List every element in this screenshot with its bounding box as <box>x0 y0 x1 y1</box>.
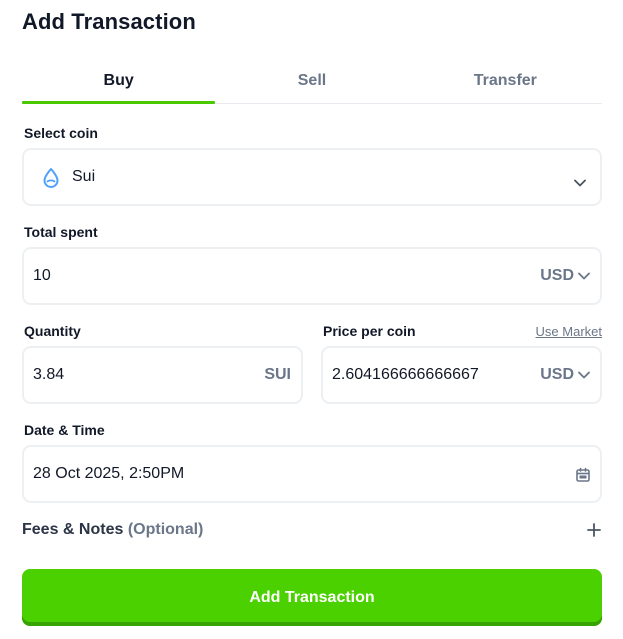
select-coin-label: Select coin <box>24 125 98 141</box>
transaction-type-tabs: Buy Sell Transfer <box>22 60 602 104</box>
chevron-down-icon <box>578 348 590 402</box>
price-per-coin-label: Price per coin <box>323 323 416 339</box>
quantity-input[interactable]: 3.84 <box>33 348 64 402</box>
total-spent-currency-select[interactable]: USD <box>540 249 590 303</box>
date-time-label: Date & Time <box>24 422 105 438</box>
calendar-icon[interactable] <box>575 467 591 483</box>
quantity-label: Quantity <box>24 323 81 339</box>
total-spent-input[interactable]: 10 <box>33 249 51 303</box>
date-time-field[interactable]: 28 Oct 2025, 2:50PM <box>22 445 602 503</box>
plus-icon[interactable] <box>586 522 602 538</box>
price-per-coin-field[interactable]: 2.604166666666667 USD <box>321 346 602 404</box>
fees-notes-label: Fees & Notes <box>22 521 124 538</box>
total-spent-field[interactable]: 10 USD <box>22 247 602 305</box>
currency-label: USD <box>540 366 574 383</box>
price-per-coin-input[interactable]: 2.604166666666667 <box>332 348 479 402</box>
sui-drop-icon <box>41 167 61 189</box>
optional-label: (Optional) <box>127 521 204 538</box>
date-time-input[interactable]: 28 Oct 2025, 2:50PM <box>33 447 184 501</box>
add-transaction-button[interactable]: Add Transaction <box>22 569 602 626</box>
page-title: Add Transaction <box>22 9 196 34</box>
selected-coin: Sui <box>72 168 96 185</box>
quantity-unit: SUI <box>264 366 291 383</box>
currency-label: USD <box>540 267 574 284</box>
coin-select[interactable]: Sui <box>22 148 602 206</box>
use-market-link[interactable]: Use Market <box>536 324 602 339</box>
quantity-field[interactable]: 3.84 SUI <box>22 346 303 404</box>
chevron-down-icon <box>578 249 590 303</box>
fees-notes-toggle[interactable]: Fees & Notes (Optional) <box>22 521 203 539</box>
tab-buy[interactable]: Buy <box>22 60 216 104</box>
price-currency-select[interactable]: USD <box>540 348 590 402</box>
tab-sell[interactable]: Sell <box>215 60 408 103</box>
tab-transfer[interactable]: Transfer <box>409 60 602 103</box>
chevron-down-icon <box>574 174 586 192</box>
total-spent-label: Total spent <box>24 224 98 240</box>
